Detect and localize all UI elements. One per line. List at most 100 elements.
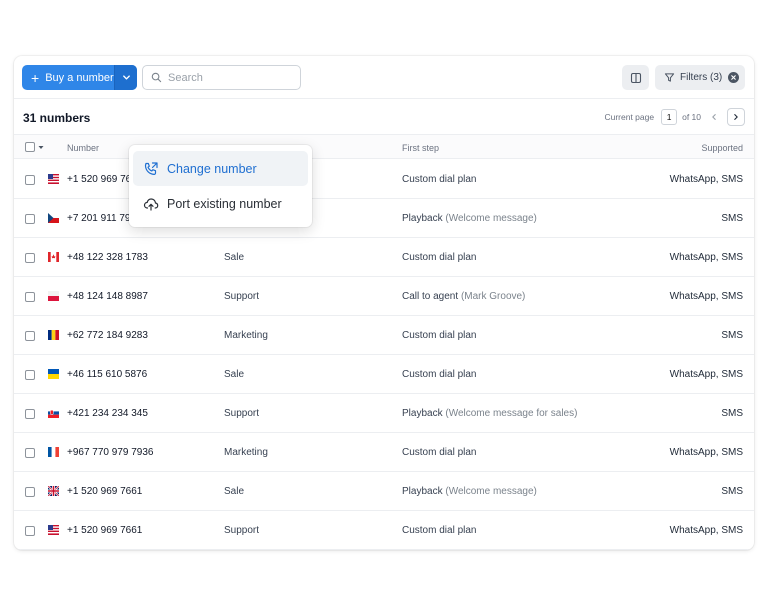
flag-cz-icon: [48, 213, 59, 223]
search-input[interactable]: [168, 71, 288, 84]
first-step: Custom dial plan: [402, 252, 476, 263]
table-row[interactable]: +48 122 328 1783 Sale Custom dial plan What…: [14, 238, 754, 277]
first-step: Playback (Welcome message): [402, 213, 537, 224]
filter-icon: [664, 73, 675, 82]
menu-item-port-number[interactable]: Port existing number: [133, 186, 308, 221]
table-row[interactable]: +1 520 969 7661 Sale Playback (Welcome mes…: [14, 472, 754, 511]
chevron-left-icon: [712, 114, 716, 120]
phone-number: +46 115 610 5876: [67, 369, 148, 380]
menu-item-label: Change number: [167, 161, 257, 176]
flag-gb-icon: [48, 486, 59, 496]
prev-page-button[interactable]: [705, 108, 723, 126]
cloud-upload-icon: [143, 196, 159, 212]
page-input[interactable]: 1: [661, 109, 678, 125]
supported-channels: WhatsApp, SMS: [669, 174, 743, 185]
menu-item-change-number[interactable]: Change number: [133, 151, 308, 186]
supported-channels: WhatsApp, SMS: [669, 447, 743, 458]
clear-filters-icon[interactable]: [728, 72, 740, 83]
first-step-action: Playback: [402, 408, 443, 419]
phone-number: +48 124 148 8987: [67, 291, 148, 302]
supported-channels: SMS: [721, 486, 743, 497]
supported-channels: WhatsApp, SMS: [669, 369, 743, 380]
phone-number: +1 520 969 7661: [67, 525, 143, 536]
table-row[interactable]: +421 234 234 345 Support Playback (Welcome…: [14, 394, 754, 433]
flag-ro-icon: [48, 330, 59, 340]
filters-label: Filters (3): [680, 72, 723, 83]
row-checkbox[interactable]: [25, 370, 35, 380]
toolbar-divider: [14, 98, 754, 99]
table-row[interactable]: +1 520 969 7661SupportCustom dial planWh…: [14, 511, 754, 550]
row-checkbox[interactable]: [25, 292, 35, 302]
search-box: [142, 65, 301, 90]
table-row[interactable]: +967 770 979 7936 Marketing Custom dial pl…: [14, 433, 754, 472]
row-checkbox[interactable]: [25, 448, 35, 458]
pagination: Current page 1 of 10: [604, 108, 745, 126]
header-supported[interactable]: Supported: [701, 143, 743, 153]
buy-number-menu: Change number Port existing number: [129, 145, 312, 227]
flag-ua-icon: [48, 369, 59, 379]
table-row[interactable]: +48 124 148 8987 Support Call to agent (Ma…: [14, 277, 754, 316]
department: Support: [224, 291, 260, 302]
plus-icon: +: [31, 69, 40, 86]
first-step: Playback (Welcome message for sales): [402, 408, 577, 419]
first-step: Custom dial plan: [402, 330, 476, 341]
phone-number: +967 770 979 7936: [67, 447, 154, 458]
header-first-step[interactable]: First step: [402, 143, 439, 153]
search-icon: [151, 72, 162, 83]
columns-icon: [630, 72, 641, 83]
first-step: Playback (Welcome message): [402, 486, 537, 497]
table-row[interactable]: +46 115 610 5876 Sale Custom dial plan What…: [14, 355, 754, 394]
supported-channels: WhatsApp, SMS: [669, 252, 743, 263]
caret-down-icon[interactable]: [38, 145, 44, 150]
phone-number: +62 772 184 9283: [67, 330, 148, 341]
first-step: Custom dial plan: [402, 369, 476, 380]
supported-channels: SMS: [721, 213, 743, 224]
row-checkbox[interactable]: [25, 253, 35, 263]
first-step-action: Custom dial plan: [402, 369, 477, 380]
first-step: Custom dial plan: [402, 525, 476, 536]
select-all-checkbox[interactable]: [25, 142, 35, 152]
row-checkbox[interactable]: [25, 526, 35, 536]
chevron-down-icon: [122, 75, 130, 80]
flag-sk-icon: [48, 408, 59, 418]
row-checkbox[interactable]: [25, 409, 35, 419]
first-step-note: (Welcome message): [445, 486, 537, 497]
phone-number: +421 234 234 345: [67, 408, 148, 419]
buy-number-button[interactable]: + Buy a number: [22, 65, 114, 90]
current-page-label: Current page: [604, 112, 655, 122]
buy-number-dropdown-toggle[interactable]: [114, 65, 137, 90]
supported-channels: WhatsApp, SMS: [669, 291, 743, 302]
buy-number-label: Buy a number: [45, 71, 114, 84]
row-checkbox[interactable]: [25, 175, 35, 185]
columns-button[interactable]: [622, 65, 649, 90]
department: Sale: [224, 486, 245, 497]
filters-button[interactable]: Filters (3): [655, 65, 745, 90]
first-step-action: Call to agent: [402, 291, 459, 302]
next-page-button[interactable]: [727, 108, 745, 126]
table-row[interactable]: +62 772 184 9283 Marketing Custom dial pla…: [14, 316, 754, 355]
first-step-note: (Welcome message): [445, 213, 537, 224]
supported-channels: SMS: [721, 408, 743, 419]
department: Sale: [224, 252, 245, 263]
row-checkbox[interactable]: [25, 214, 35, 224]
table-row[interactable]: +7 201 911 7972MarketingPlayback (Welcom…: [14, 199, 754, 238]
chevron-right-icon: [734, 114, 738, 120]
flag-ca-icon: [48, 252, 59, 262]
row-checkbox[interactable]: [25, 331, 35, 341]
first-step-action: Custom dial plan: [402, 252, 477, 263]
row-checkbox[interactable]: [25, 487, 35, 497]
first-step-action: Custom dial plan: [402, 330, 477, 341]
department: Marketing: [224, 447, 268, 458]
first-step: Custom dial plan: [402, 447, 476, 458]
first-step-action: Custom dial plan: [402, 174, 477, 185]
buy-number-split-button: + Buy a number: [22, 65, 137, 90]
first-step-action: Playback: [402, 213, 443, 224]
first-step-action: Playback: [402, 486, 443, 497]
header-number[interactable]: Number: [67, 143, 99, 153]
flag-us-icon: [48, 174, 59, 184]
table-row[interactable]: +1 520 969 7661SupportCustom dial planWh…: [14, 160, 754, 199]
numbers-count: 31 numbers: [23, 111, 91, 125]
supported-channels: WhatsApp, SMS: [669, 525, 743, 536]
first-step: Call to agent (Mark Groove): [402, 291, 525, 302]
phone-number: +1 520 969 7661: [67, 486, 143, 497]
